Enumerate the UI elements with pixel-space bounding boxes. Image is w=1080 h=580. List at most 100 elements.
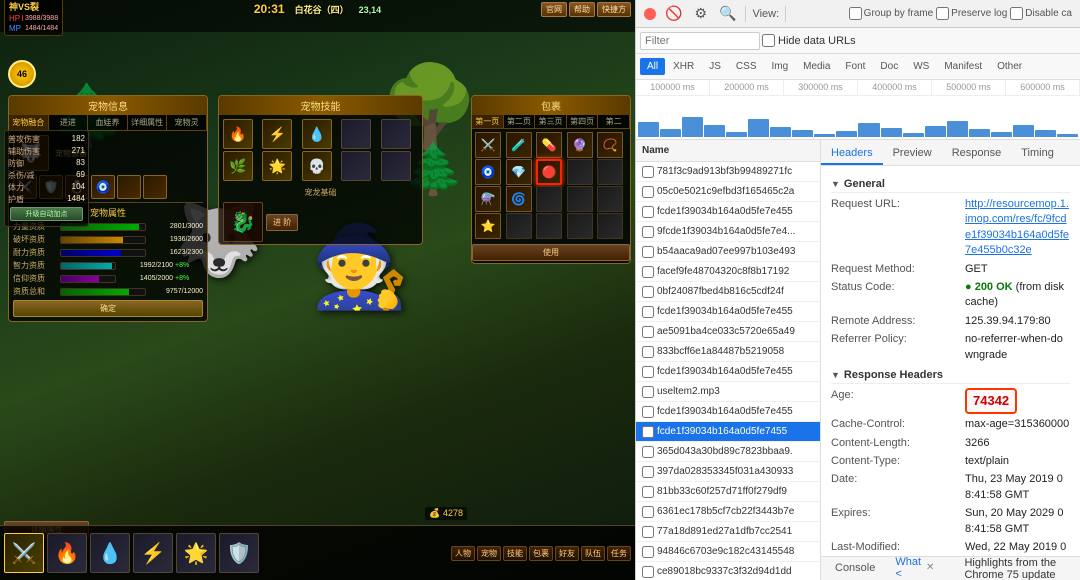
req-check-11[interactable] (642, 366, 654, 378)
preserve-log-checkbox[interactable] (936, 7, 949, 20)
bag-tab-4[interactable]: 第四页 (567, 115, 599, 128)
bottom-nav-char[interactable]: 人物 (451, 546, 475, 561)
pet-tab-3[interactable]: 详细属性 (128, 115, 168, 130)
request-item-11[interactable]: fcde1f39034b164a0d5fe7e455 (636, 362, 820, 382)
bottom-tab-console[interactable]: Console (829, 560, 881, 578)
skill-slot-1[interactable]: 🔥 (223, 119, 253, 149)
pet-tab-0[interactable]: 宠物融合 (9, 115, 49, 130)
request-item-20[interactable]: 94846c6703e9c182c43145548 (636, 542, 820, 562)
disable-cache-checkbox[interactable] (1010, 7, 1023, 20)
levelup-button[interactable]: 升级自动加点 (10, 207, 83, 221)
bag-tab-1[interactable]: 第一页 (472, 115, 504, 128)
bag-slot-17[interactable] (506, 213, 532, 239)
bag-slot-6[interactable]: 🧿 (475, 159, 501, 185)
req-check-19[interactable] (642, 526, 654, 538)
skill-slot-6[interactable]: 🌿 (223, 151, 253, 181)
skill-bar-slot-5[interactable]: 🌟 (176, 533, 216, 573)
group-by-frame-option[interactable]: Group by frame (849, 7, 933, 20)
bottom-nav-pet[interactable]: 宠物 (477, 546, 501, 561)
skill-bar-slot-6[interactable]: 🛡️ (219, 533, 259, 573)
filter-btn-media[interactable]: Media (796, 58, 837, 75)
filter-btn-css[interactable]: CSS (729, 58, 764, 75)
bag-slot-16[interactable]: ⭐ (475, 213, 501, 239)
bag-slot-11[interactable]: ⚗️ (475, 186, 501, 212)
use-button[interactable]: 使用 (472, 244, 630, 261)
nav-btn-shortcuts[interactable]: 快捷方 (597, 2, 631, 17)
bag-slot-12[interactable]: 🌀 (506, 186, 532, 212)
request-item-2[interactable]: 05c0e5021c9efbd3f165465c2a (636, 182, 820, 202)
bag-slot-8-highlighted[interactable]: 🔴 (536, 159, 562, 185)
bottom-nav-team[interactable]: 队伍 (581, 546, 605, 561)
filter-input[interactable] (640, 32, 760, 50)
bottom-nav-tasks[interactable]: 任务 (607, 546, 631, 561)
tab-response[interactable]: Response (942, 143, 1012, 165)
ban-icon[interactable]: 🚫 (662, 3, 685, 24)
skill-slot-5[interactable] (381, 119, 411, 149)
bottom-tab-whats-new[interactable]: What < ✕ (889, 554, 940, 580)
preserve-log-option[interactable]: Preserve log (936, 7, 1007, 20)
request-item-18[interactable]: 6361ec178b5cf7cb22f3443b7e (636, 502, 820, 522)
request-item-12[interactable]: useltem2.mp3 (636, 382, 820, 402)
confirm-button[interactable]: 确定 (13, 300, 203, 317)
request-item-14-selected[interactable]: fcde1f39034b164a0d5fe7455 (636, 422, 820, 442)
request-item-15[interactable]: 365d043a30bd89c7823bbaa9. (636, 442, 820, 462)
hide-urls-label[interactable]: Hide data URLs (762, 34, 856, 47)
hide-urls-checkbox[interactable] (762, 34, 775, 47)
bag-slot-2[interactable]: 🧪 (506, 132, 532, 158)
bag-slot-1[interactable]: ⚔️ (475, 132, 501, 158)
tab-preview[interactable]: Preview (883, 143, 942, 165)
req-check-6[interactable] (642, 266, 654, 278)
skill-slot-2[interactable]: ⚡ (262, 119, 292, 149)
request-item-5[interactable]: b54aaca9ad07ee997b103e493 (636, 242, 820, 262)
req-check-4[interactable] (642, 226, 654, 238)
skill-slot-7[interactable]: 🌟 (262, 151, 292, 181)
bottom-nav-friends[interactable]: 好友 (555, 546, 579, 561)
skill-slot-9[interactable] (341, 151, 371, 181)
filter-btn-ws[interactable]: WS (906, 58, 936, 75)
request-item-16[interactable]: 397da028353345f031a430933 (636, 462, 820, 482)
tab-headers[interactable]: Headers (821, 143, 883, 165)
req-check-15[interactable] (642, 446, 654, 458)
advance-button[interactable]: 进 阶 (266, 214, 298, 231)
bag-slot-3[interactable]: 💊 (536, 132, 562, 158)
skill-bar-slot-1[interactable]: ⚔️ (4, 533, 44, 573)
bag-slot-15[interactable] (597, 186, 623, 212)
request-item-8[interactable]: fcde1f39034b164a0d5fe7e455 (636, 302, 820, 322)
bag-slot-19[interactable] (567, 213, 593, 239)
filter-btn-font[interactable]: Font (838, 58, 872, 75)
pet-tab-1[interactable]: 进进 (49, 115, 89, 130)
req-check-1[interactable] (642, 166, 654, 178)
bag-slot-7[interactable]: 💎 (506, 159, 532, 185)
filter-btn-img[interactable]: Img (764, 58, 795, 75)
req-check-13[interactable] (642, 406, 654, 418)
req-check-8[interactable] (642, 306, 654, 318)
skill-slot-8[interactable]: 💀 (302, 151, 332, 181)
bag-slot-18[interactable] (536, 213, 562, 239)
req-check-17[interactable] (642, 486, 654, 498)
disable-cache-option[interactable]: Disable ca (1010, 7, 1072, 20)
pet-tab-2[interactable]: 血娃养 (88, 115, 128, 130)
request-item-1[interactable]: 781f3c9ad913bf3b99489271fc (636, 162, 820, 182)
general-section-title[interactable]: ▼ General (831, 178, 1070, 193)
filter-btn-doc[interactable]: Doc (873, 58, 905, 75)
group-by-frame-checkbox[interactable] (849, 7, 862, 20)
request-item-13[interactable]: fcde1f39034b164a0d5fe7e455 (636, 402, 820, 422)
request-item-6[interactable]: facef9fe48704320c8f8b17192 (636, 262, 820, 282)
request-item-19[interactable]: 77a18d891ed27a1dfb7cc2541 (636, 522, 820, 542)
req-check-5[interactable] (642, 246, 654, 258)
skill-slot-3[interactable]: 💧 (302, 119, 332, 149)
bag-slot-10[interactable] (597, 159, 623, 185)
skill-bar-slot-3[interactable]: 💧 (90, 533, 130, 573)
request-item-3[interactable]: fcde1f39034b164a0d5fe7e455 (636, 202, 820, 222)
bag-tab-5[interactable]: 第二 (598, 115, 630, 128)
req-check-21[interactable] (642, 566, 654, 578)
filter-btn-xhr[interactable]: XHR (666, 58, 701, 75)
skill-slot-10[interactable] (381, 151, 411, 181)
bag-slot-14[interactable] (567, 186, 593, 212)
req-check-3[interactable] (642, 206, 654, 218)
response-headers-section-title[interactable]: ▼ Response Headers (831, 369, 1070, 384)
skill-bar-slot-2[interactable]: 🔥 (47, 533, 87, 573)
req-check-7[interactable] (642, 286, 654, 298)
nav-btn-official[interactable]: 官网 (541, 2, 567, 17)
req-check-20[interactable] (642, 546, 654, 558)
